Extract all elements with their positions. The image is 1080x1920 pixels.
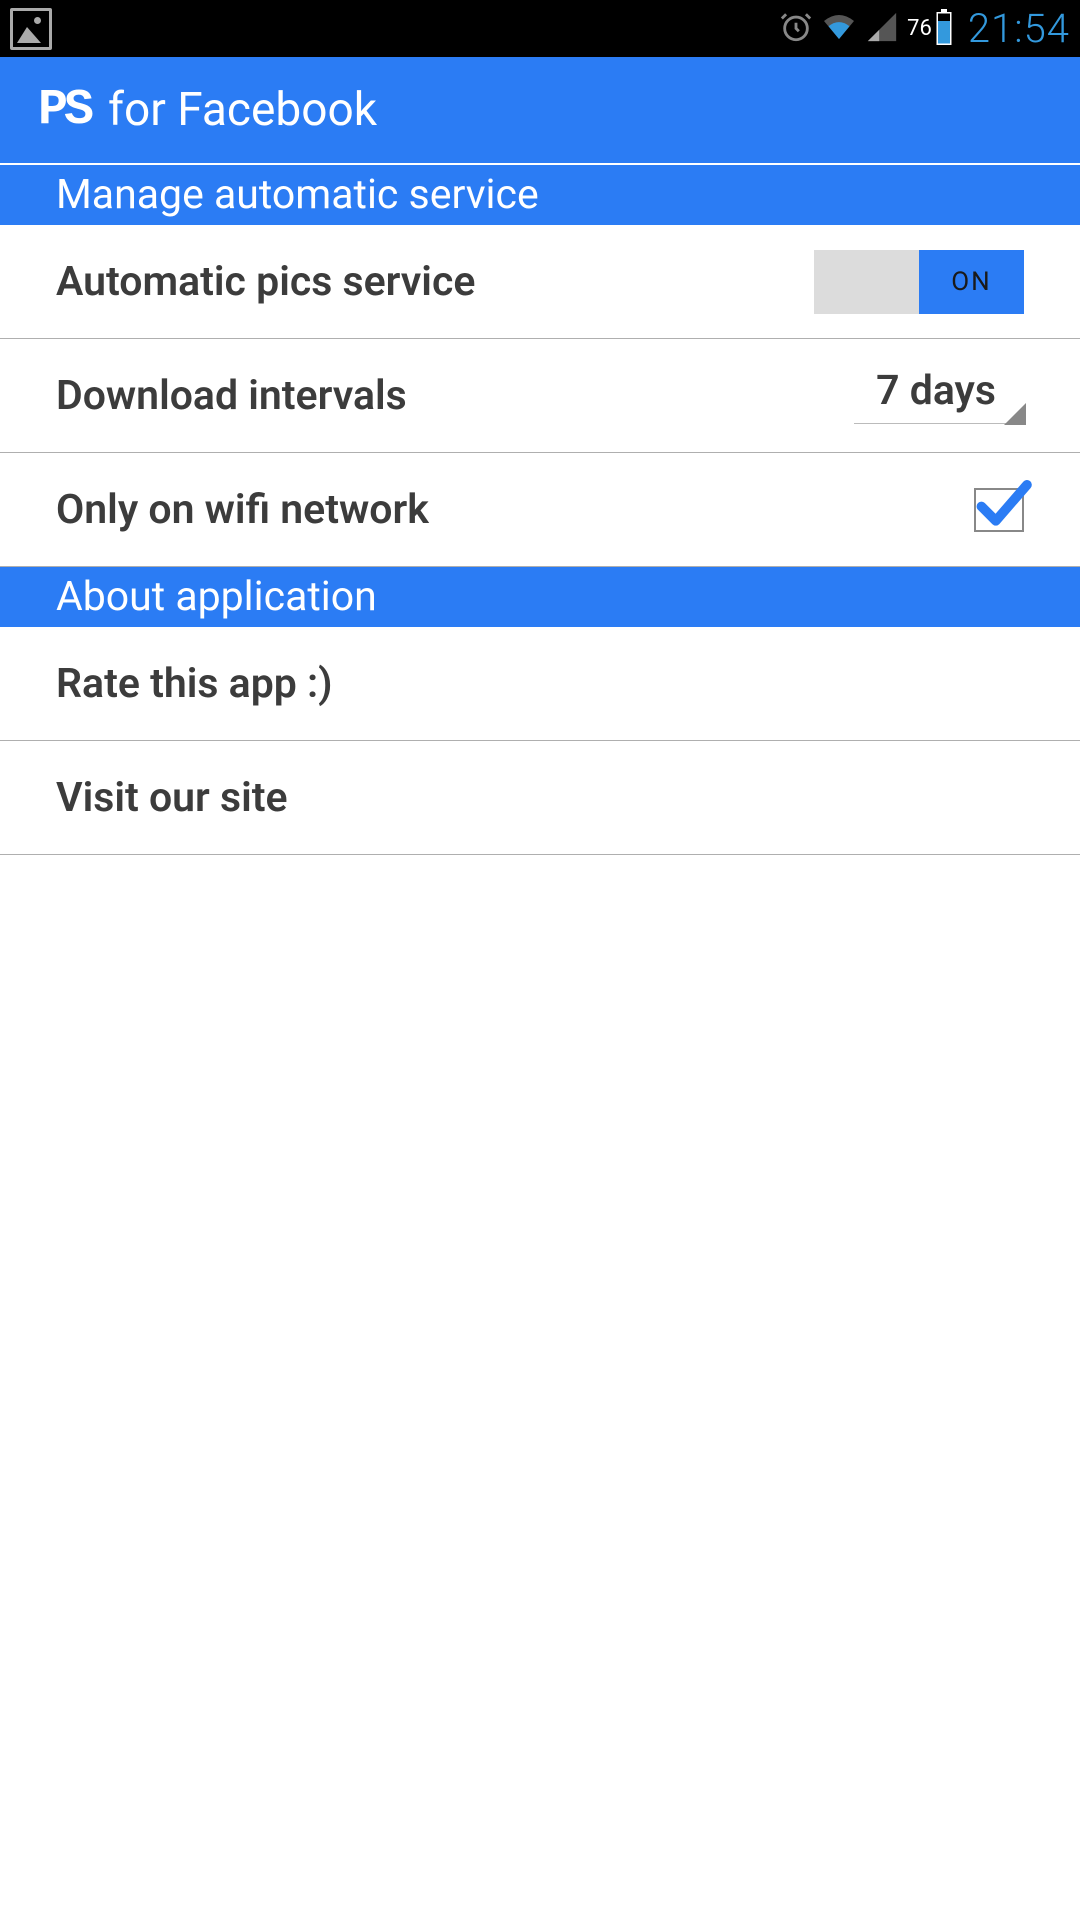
section-header-about: About application [0, 567, 1080, 627]
battery-level: 76 [907, 16, 932, 41]
download-interval-label: Download intervals [56, 372, 407, 420]
auto-pics-toggle[interactable]: ON [814, 250, 1024, 314]
wifi-only-label: Only on wifi network [56, 486, 429, 534]
section-header-manage: Manage automatic service [0, 165, 1080, 225]
app-bar: PS for Facebook [0, 57, 1080, 165]
toggle-on-thumb: ON [919, 250, 1024, 314]
clock: 21:54 [968, 5, 1070, 52]
status-left [10, 8, 52, 50]
signal-icon [865, 10, 899, 48]
checkmark-icon [974, 480, 1032, 528]
visit-site-label: Visit our site [56, 774, 288, 822]
battery-icon [934, 9, 954, 49]
alarm-icon [779, 10, 813, 48]
toggle-off-track [814, 250, 919, 314]
ps-logo-icon: PS [38, 82, 90, 139]
row-download-interval[interactable]: Download intervals 7 days [0, 339, 1080, 453]
battery-indicator: 76 [907, 9, 954, 49]
rate-app-label: Rate this app :) [56, 660, 333, 708]
row-visit-site[interactable]: Visit our site [0, 741, 1080, 855]
download-interval-spinner[interactable]: 7 days [854, 367, 1024, 424]
app-logo: PS for Facebook [38, 82, 377, 139]
app-title: for Facebook [108, 83, 377, 137]
row-wifi-only[interactable]: Only on wifi network [0, 453, 1080, 567]
chevron-down-icon [1004, 403, 1026, 425]
status-right: 76 21:54 [779, 5, 1070, 52]
wifi-only-checkbox[interactable] [974, 488, 1024, 532]
auto-pics-label: Automatic pics service [56, 258, 475, 306]
wifi-icon [821, 9, 857, 49]
download-interval-value: 7 days [876, 367, 996, 415]
row-rate-app[interactable]: Rate this app :) [0, 627, 1080, 741]
row-auto-pics[interactable]: Automatic pics service ON [0, 225, 1080, 339]
status-bar: 76 21:54 [0, 0, 1080, 57]
picture-notification-icon [10, 8, 52, 50]
